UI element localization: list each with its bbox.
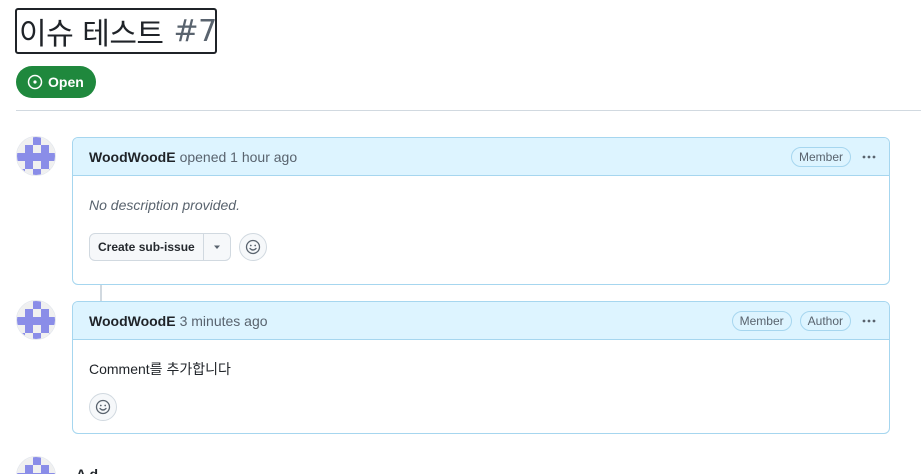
- add-reaction-button[interactable]: [238, 233, 267, 261]
- comment-actions: [89, 393, 873, 421]
- issue-state-badge: Open: [16, 66, 96, 98]
- create-sub-issue-split-button: Create sub-issue: [89, 233, 231, 261]
- avatar[interactable]: [16, 456, 56, 474]
- no-description-text: No description provided.: [89, 197, 240, 213]
- issue-state-label: Open: [48, 74, 84, 90]
- avatar[interactable]: [16, 136, 56, 176]
- timeline-connector: [100, 285, 102, 301]
- header-divider: [16, 110, 921, 111]
- comment-actions: Create sub-issue: [89, 233, 873, 261]
- comment-header: WoodWoodE opened 1 hour ago Member: [73, 138, 889, 176]
- member-label: Member: [731, 310, 792, 331]
- kebab-horizontal-icon[interactable]: [857, 309, 881, 333]
- comment-timestamp[interactable]: 3 minutes ago: [180, 313, 268, 329]
- issue-title: 이슈 테스트: [19, 17, 164, 52]
- triangle-down-icon[interactable]: [204, 234, 230, 260]
- issue-number: #7: [173, 13, 218, 49]
- comment-body: No description provided. Create sub-issu…: [73, 176, 889, 261]
- smiley-icon: [95, 399, 111, 415]
- comment-author-link[interactable]: WoodWoodE: [89, 313, 176, 329]
- comment-text: Comment를 추가합니다: [89, 361, 231, 377]
- create-sub-issue-button[interactable]: Create sub-issue: [90, 234, 204, 260]
- author-label: Author: [799, 310, 851, 331]
- issue-opened-icon: [27, 74, 43, 90]
- comment-timestamp[interactable]: opened 1 hour ago: [180, 149, 298, 165]
- comment-author-link[interactable]: WoodWoodE: [89, 149, 176, 165]
- smiley-icon: [245, 239, 260, 255]
- issue-description-comment: WoodWoodE opened 1 hour ago Member No de…: [72, 137, 890, 285]
- new-comment-heading: A d: [76, 466, 99, 474]
- issue-title-heading[interactable]: 이슈 테스트 #7: [15, 8, 217, 54]
- comment-body: Comment를 추가합니다: [73, 340, 889, 421]
- issue-comment: WoodWoodE 3 minutes ago Member Author Co…: [72, 301, 890, 434]
- member-label: Member: [790, 146, 851, 167]
- avatar[interactable]: [16, 300, 56, 340]
- kebab-horizontal-icon[interactable]: [857, 145, 881, 169]
- comment-header: WoodWoodE 3 minutes ago Member Author: [73, 302, 889, 340]
- add-reaction-button[interactable]: [89, 393, 117, 421]
